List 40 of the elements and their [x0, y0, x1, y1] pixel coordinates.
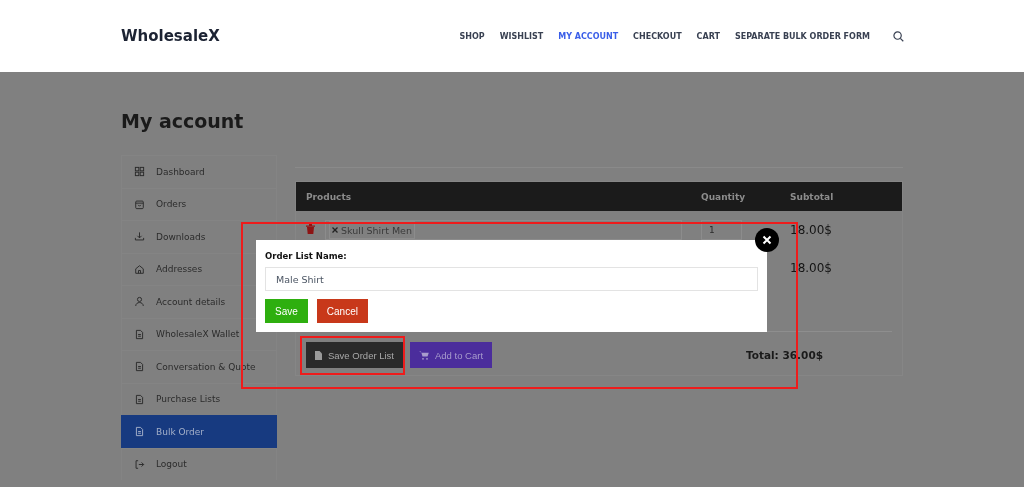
column-header: Products: [305, 191, 353, 202]
save-button[interactable]: Save: [265, 299, 308, 323]
nav-link[interactable]: SHOP: [459, 31, 485, 41]
nav-link[interactable]: WISHLIST: [499, 31, 544, 41]
sidebar-item[interactable]: Orders: [121, 187, 277, 220]
close-icon[interactable]: [755, 228, 779, 252]
document-icon: [134, 328, 145, 340]
document-icon: [134, 426, 145, 438]
add-to-cart-button[interactable]: Add to Cart: [410, 342, 493, 368]
cancel-button[interactable]: Cancel: [316, 299, 368, 323]
user-icon: [134, 296, 145, 308]
home-icon: [134, 263, 145, 275]
nav-link[interactable]: CART: [696, 31, 720, 41]
save-order-list-button[interactable]: Save Order List: [306, 342, 403, 368]
nav-link[interactable]: MY ACCOUNT: [558, 31, 619, 41]
nav-link[interactable]: CHECKOUT: [633, 31, 682, 41]
product-tag[interactable]: Skull Shirt Men: [329, 221, 415, 239]
page-title: My account: [121, 110, 245, 132]
list-name-field[interactable]: Male Shirt: [265, 267, 758, 291]
sidebar-item[interactable]: Bulk Order: [121, 415, 277, 448]
column-header: Quantity: [701, 191, 747, 202]
nav-link[interactable]: SEPARATE BULK ORDER FORM: [734, 31, 870, 41]
sidebar-item[interactable]: Downloads: [121, 220, 277, 253]
remove-icon[interactable]: [332, 227, 338, 233]
quantity-field[interactable]: 1: [701, 220, 742, 240]
document-icon: [134, 393, 145, 405]
sidebar-item[interactable]: Logout: [121, 447, 277, 480]
search-icon[interactable]: [893, 30, 904, 42]
sidebar-item[interactable]: Purchase Lists: [121, 382, 277, 415]
document-icon: [315, 350, 322, 360]
cart-icon: [419, 350, 429, 360]
product-field[interactable]: Skull Shirt Men: [325, 220, 682, 240]
document-icon: [134, 361, 145, 373]
bag-icon: [134, 198, 145, 210]
column-header: Subtotal: [790, 191, 835, 202]
sidebar-item[interactable]: Dashboard: [121, 155, 277, 188]
logout-icon: [134, 458, 145, 470]
grid-icon: [134, 166, 145, 178]
brand-logo[interactable]: WholesaleX: [121, 27, 220, 45]
download-icon: [134, 231, 145, 243]
